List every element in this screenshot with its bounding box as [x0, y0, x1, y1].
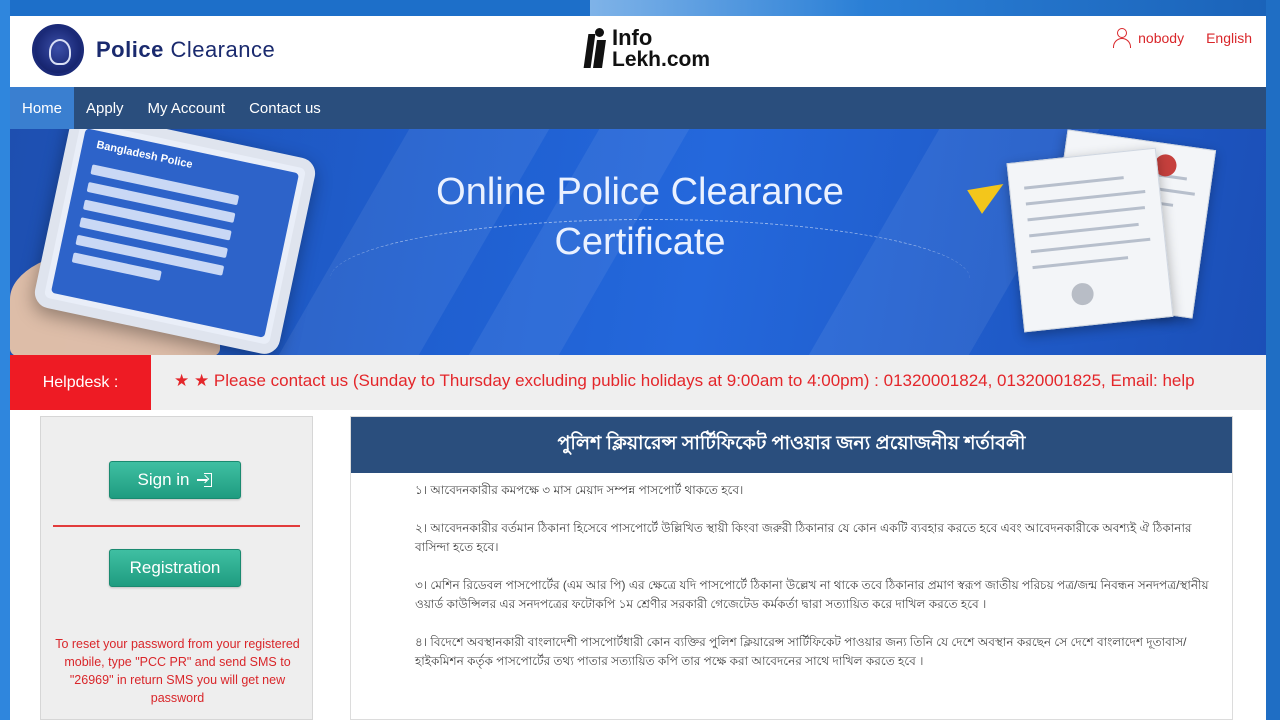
page: Police Clearance Info Lekh.com nobody En…	[10, 16, 1266, 720]
user-menu[interactable]: nobody	[1112, 28, 1184, 48]
frame-top	[590, 0, 1280, 16]
password-reset-info: To reset your password from your registe…	[55, 637, 300, 705]
site-header: Police Clearance Info Lekh.com nobody En…	[10, 16, 1266, 86]
helpdesk-label: Helpdesk :	[10, 355, 151, 410]
requirements-panel: পুলিশ ক্লিয়ারেন্স সার্টিফিকেট পাওয়ার জ…	[350, 416, 1233, 720]
account-panel: Sign in Registration To reset your passw…	[40, 416, 313, 720]
police-emblem-icon	[32, 24, 84, 76]
infolekh-watermark: Info Lekh.com	[582, 26, 710, 72]
nav-apply[interactable]: Apply	[74, 87, 136, 129]
requirements-list: ১। আবেদনকারীর কমপক্ষে ৩ মাস মেয়াদ সম্পন…	[351, 473, 1232, 671]
helpdesk-marquee: ★ ★ Please contact us (Sunday to Thursda…	[174, 371, 1195, 390]
site-title: Police Clearance	[96, 37, 276, 62]
requirement-item: ২। আবেদনকারীর বর্তমান ঠিকানা হিসেবে পাসপ…	[415, 521, 1192, 554]
site-logo[interactable]: Police Clearance	[32, 24, 275, 76]
nav-my-account[interactable]: My Account	[136, 87, 238, 129]
signin-button[interactable]: Sign in	[109, 461, 241, 499]
requirement-item: ১। আবেদনকারীর কমপক্ষে ৩ মাস মেয়াদ সম্পন…	[415, 483, 744, 497]
frame-right	[1266, 0, 1280, 720]
nav-home[interactable]: Home	[10, 87, 75, 129]
signin-icon	[197, 473, 213, 487]
panel-divider	[53, 525, 300, 527]
main-nav: Home Apply My Account Contact us	[10, 87, 1266, 129]
nav-contact-us[interactable]: Contact us	[237, 87, 333, 129]
frame-left	[0, 0, 10, 720]
infolekh-logo-icon	[582, 26, 608, 72]
banner-title: Online Police Clearance Certificate	[436, 171, 844, 263]
user-icon	[1112, 28, 1132, 48]
language-link[interactable]: English	[1206, 30, 1252, 46]
watermark-line2: Lekh.com	[612, 48, 711, 71]
hero-banner: Bangladesh Police Online Police Clearanc…	[10, 129, 1266, 355]
requirements-heading: পুলিশ ক্লিয়ারেন্স সার্টিফিকেট পাওয়ার জ…	[351, 417, 1232, 473]
registration-button[interactable]: Registration	[109, 549, 241, 587]
certificate-papers-illustration	[1006, 129, 1217, 333]
helpdesk-bar: Helpdesk : ★ ★ Please contact us (Sunday…	[10, 355, 1266, 410]
requirement-item: ৩। মেশিন রিডেবল পাসপোর্টের (এম আর পি) এর…	[415, 578, 1209, 611]
username-label: nobody	[1138, 30, 1185, 46]
watermark-line1: Info	[612, 25, 653, 50]
user-area: nobody English	[1112, 28, 1252, 48]
requirement-item: ৪। বিদেশে অবস্থানকারী বাংলাদেশী পাসপোর্ট…	[415, 635, 1187, 668]
